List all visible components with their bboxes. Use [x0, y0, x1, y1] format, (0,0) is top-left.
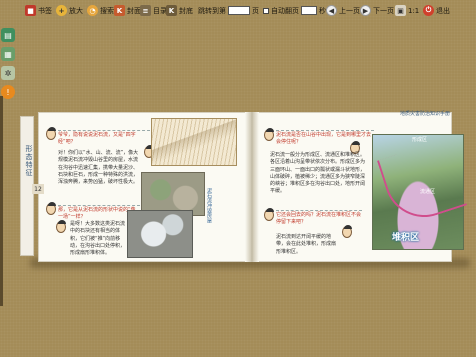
right-page-header: 地质灾害防治知识手册: [400, 111, 451, 117]
exit-label: 退出: [436, 6, 450, 15]
autoplay-label: 自动翻页: [271, 6, 299, 15]
toolbar: ■ 书签 + 放大 ◔ 搜索 K 封面 ≡ 目录 K 封底 跳转到第 页 自动翻…: [0, 0, 476, 21]
goto-page: 跳转到第 页: [198, 4, 259, 17]
bookmark-label: 书签: [38, 6, 52, 15]
zoom-label: 放大: [69, 6, 83, 15]
next-label: 下一页: [373, 6, 394, 15]
toc-button[interactable]: ≡ 目录: [140, 4, 167, 17]
next-page-button[interactable]: ▶ 下一页: [360, 4, 394, 17]
arrow-right-icon: ▶: [360, 5, 371, 16]
formation-zone-label: 形成区: [412, 137, 428, 143]
search-icon: ◔: [87, 5, 98, 16]
help-button[interactable]: !: [1, 85, 15, 99]
thumbnail-icon: ▦: [4, 49, 12, 59]
child-avatar-icon: [264, 128, 274, 141]
flow-zone-label: 流通区: [420, 189, 436, 195]
bookmark-list-button[interactable]: ▤: [1, 28, 15, 42]
grandpa-avatar-icon: [342, 225, 352, 238]
thumbnail-button[interactable]: ▦: [1, 47, 15, 61]
bookmark-button[interactable]: ■ 书签: [25, 4, 52, 17]
autoplay-toggle: 自动翻页 秒: [263, 4, 326, 17]
seconds-label: 秒: [319, 6, 326, 15]
left-paragraph-2: 是呀！大多数这类泥石流中的石块还有相当的体积，它们被“推”向前移动，在沟谷出口处…: [70, 221, 126, 256]
goto-page-input[interactable]: [228, 6, 250, 15]
exit-button[interactable]: ⏻ 退出: [423, 4, 450, 17]
last-page-icon: K: [166, 5, 177, 16]
gear-icon: ✲: [4, 68, 12, 78]
actual-size-button[interactable]: ▣ 1:1: [395, 4, 419, 17]
first-page-icon: K: [114, 5, 125, 16]
info-icon: !: [6, 87, 10, 97]
side-toolbar: ▤ ▦ ✲ !: [0, 28, 16, 104]
search-label: 搜索: [100, 6, 114, 15]
prev-page-button[interactable]: ◀ 上一页: [326, 4, 360, 17]
zoom-in-icon: +: [56, 5, 67, 16]
deposition-zone-label: 堆积区: [392, 233, 420, 243]
debris-photo: [127, 210, 193, 258]
photo-caption: 泥石流冲毁房屋: [206, 188, 212, 223]
toc-label: 目录: [153, 6, 167, 15]
book-spine: [245, 112, 259, 262]
arrow-left-icon: ◀: [326, 5, 337, 16]
settings-button[interactable]: ✲: [1, 66, 15, 80]
zoom-button[interactable]: + 放大: [56, 4, 83, 17]
bookmark-icon: ■: [25, 5, 36, 16]
prev-label: 上一页: [339, 6, 360, 15]
cover-button[interactable]: K 封面: [114, 4, 141, 17]
right-paragraph-1: 泥石流一般分为形成区、流通区和堆积区。各区沿着山沟呈带状依次分布。形成区多为三面…: [270, 152, 366, 195]
back-cover-label: 封底: [179, 6, 193, 15]
ratio-label: 1:1: [408, 6, 420, 15]
right-paragraph-2: 泥石流到达开阔平缓的地带，会在此处堆积，形成扇形堆积区。: [276, 234, 337, 255]
exit-icon: ⏻: [423, 5, 434, 16]
chapter-tab-label: 形态特征: [25, 145, 33, 177]
cover-label: 封面: [127, 6, 141, 15]
child-avatar-icon: [46, 127, 56, 140]
bookmark-list-icon: ▤: [4, 30, 12, 40]
actual-size-icon: ▣: [395, 5, 406, 16]
autoplay-seconds-input[interactable]: [301, 6, 317, 15]
left-paragraph-1: 对！你们以“水、山、流、流”，像大规模泥石流冲毁山谷里的房屋，水流在沟谷中迅速汇…: [58, 150, 139, 185]
search-button[interactable]: ◔ 搜索: [87, 4, 114, 17]
back-cover-button[interactable]: K 封底: [166, 4, 193, 17]
toc-icon: ≡: [140, 5, 151, 16]
left-question-1: 爷爷，隐有说说泥石流，又是“四字经”吧？: [58, 130, 150, 145]
goto-prefix: 跳转到第: [198, 6, 226, 15]
page-number-left: 12: [32, 184, 44, 194]
goto-suffix: 页: [252, 6, 259, 15]
autoplay-checkbox[interactable]: [263, 7, 269, 14]
right-question-2: 它还会回去的吗？泥石流在堆积区不会停留下来吧？: [276, 210, 362, 225]
side-rail: [0, 96, 3, 306]
child-avatar-icon: [264, 208, 274, 221]
grandpa-avatar-icon: [56, 220, 66, 233]
child-avatar-icon: [46, 202, 56, 215]
book-spread: 形态特征 12 13 爷爷，隐有说说泥石流，又是“四字经”吧？ 对！你们以“水、…: [20, 106, 472, 268]
mudslide-sketch-image: [151, 118, 237, 166]
